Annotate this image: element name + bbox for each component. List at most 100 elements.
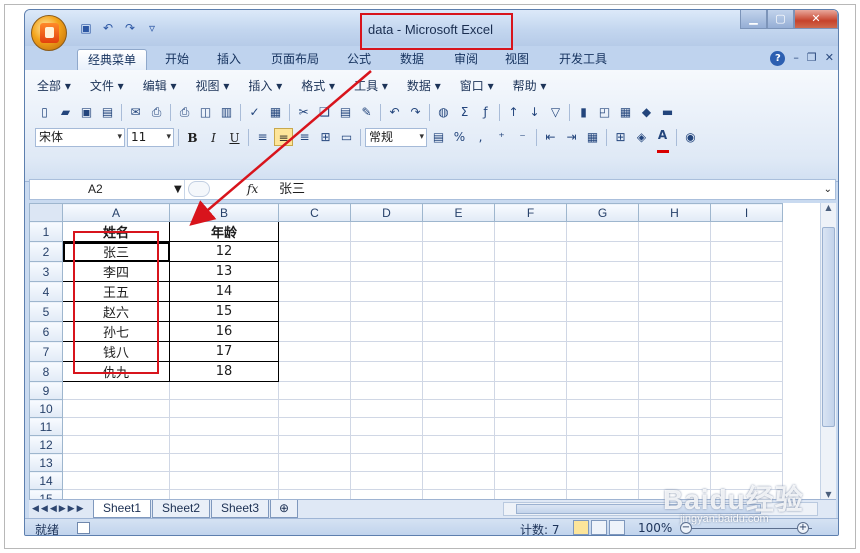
- cell[interactable]: [278, 471, 351, 490]
- research-book-icon[interactable]: ▦: [266, 103, 285, 121]
- cell[interactable]: [638, 417, 711, 436]
- cell[interactable]: [422, 301, 495, 322]
- cell[interactable]: [422, 341, 495, 362]
- menu-help[interactable]: 帮助 ▾: [513, 77, 547, 94]
- hyperlink-icon[interactable]: ◍: [434, 103, 453, 121]
- permission-icon[interactable]: ▤: [98, 103, 117, 121]
- cell[interactable]: [710, 381, 783, 400]
- cell[interactable]: [710, 453, 783, 472]
- name-box[interactable]: A2: [30, 180, 185, 199]
- name-box-dropdown-icon[interactable]: ▼: [174, 180, 182, 199]
- row-header[interactable]: 1: [29, 221, 63, 242]
- borders-icon[interactable]: ⊞: [611, 128, 630, 146]
- cell[interactable]: [710, 341, 783, 362]
- merge-center-icon[interactable]: ⊞: [316, 128, 335, 146]
- cell[interactable]: [710, 241, 783, 262]
- row-header[interactable]: 14: [29, 471, 63, 490]
- cell[interactable]: [422, 417, 495, 436]
- cell[interactable]: [278, 417, 351, 436]
- number-format-select[interactable]: 常规: [365, 127, 427, 147]
- cell[interactable]: [494, 281, 567, 302]
- undo-icon[interactable]: ↶: [385, 103, 404, 121]
- cell[interactable]: [638, 261, 711, 282]
- cell[interactable]: [638, 399, 711, 418]
- ribbon-restore-icon[interactable]: ❐: [807, 51, 817, 66]
- table-icon[interactable]: ▦: [616, 103, 635, 121]
- cell[interactable]: [494, 241, 567, 262]
- cell[interactable]: [278, 321, 351, 342]
- cell[interactable]: [350, 435, 423, 454]
- cell[interactable]: [62, 489, 170, 499]
- cell[interactable]: [422, 321, 495, 342]
- cell[interactable]: [494, 417, 567, 436]
- zoom-slider[interactable]: [692, 528, 812, 529]
- menu-format[interactable]: 格式 ▾: [301, 77, 335, 94]
- email-icon[interactable]: ✉: [126, 103, 145, 121]
- cell[interactable]: [350, 453, 423, 472]
- minimize-button[interactable]: ▁: [740, 10, 767, 29]
- select-all-corner[interactable]: [29, 203, 63, 222]
- sort-descending-icon[interactable]: ↓: [525, 103, 544, 121]
- cell[interactable]: [566, 281, 639, 302]
- save-icon[interactable]: ▣: [77, 20, 95, 36]
- tab-insert[interactable]: 插入: [207, 49, 251, 70]
- cell[interactable]: [422, 281, 495, 302]
- column-header-i[interactable]: I: [710, 203, 783, 222]
- currency-icon[interactable]: ▤: [429, 128, 448, 146]
- cell[interactable]: [710, 281, 783, 302]
- cell-style-icon[interactable]: ▦: [583, 128, 602, 146]
- cell[interactable]: [169, 417, 279, 436]
- format-painter-icon[interactable]: ✎: [357, 103, 376, 121]
- cell[interactable]: [638, 221, 711, 242]
- customize-icon[interactable]: ▿: [143, 20, 161, 36]
- menu-all[interactable]: 全部 ▾: [37, 77, 71, 94]
- cell[interactable]: [62, 381, 170, 400]
- cell[interactable]: [422, 453, 495, 472]
- redo-icon[interactable]: ↷: [406, 103, 425, 121]
- vertical-scroll-thumb[interactable]: [822, 227, 835, 427]
- row-header[interactable]: 9: [29, 381, 63, 400]
- tab-developer[interactable]: 开发工具: [549, 49, 617, 70]
- cell[interactable]: [278, 221, 351, 242]
- cell[interactable]: [62, 471, 170, 490]
- cell[interactable]: [566, 301, 639, 322]
- sheet-navigation-icon[interactable]: ◀◀◀▶▶▶: [32, 501, 86, 517]
- cell[interactable]: [62, 435, 170, 454]
- cell[interactable]: [566, 341, 639, 362]
- cell[interactable]: [494, 381, 567, 400]
- menu-window[interactable]: 窗口 ▾: [460, 77, 494, 94]
- cell[interactable]: [350, 417, 423, 436]
- cell[interactable]: [638, 341, 711, 362]
- cell[interactable]: [350, 321, 423, 342]
- copy-icon[interactable]: ❏: [315, 103, 334, 121]
- help-icon[interactable]: ?: [770, 51, 786, 66]
- cell[interactable]: [710, 301, 783, 322]
- cell[interactable]: [566, 241, 639, 262]
- cell[interactable]: [278, 301, 351, 322]
- zoom-level[interactable]: 100%: [638, 521, 672, 535]
- font-color-icon[interactable]: A: [653, 128, 672, 153]
- cell[interactable]: [710, 321, 783, 342]
- bold-button[interactable]: B: [183, 128, 202, 146]
- row-header[interactable]: 13: [29, 453, 63, 472]
- cell[interactable]: 年龄: [169, 221, 279, 242]
- new-icon[interactable]: ▯: [35, 103, 54, 121]
- percent-button[interactable]: %: [450, 128, 469, 146]
- sheet-tab-1[interactable]: Sheet1: [93, 500, 151, 518]
- row-header[interactable]: 8: [29, 361, 63, 382]
- cell[interactable]: [350, 261, 423, 282]
- tab-home[interactable]: 开始: [155, 49, 199, 70]
- menu-tools[interactable]: 工具 ▾: [354, 77, 388, 94]
- cell[interactable]: [422, 399, 495, 418]
- folder-icon[interactable]: ▬: [658, 103, 677, 121]
- cell[interactable]: [566, 417, 639, 436]
- cell[interactable]: [169, 381, 279, 400]
- cell[interactable]: [350, 489, 423, 499]
- cell[interactable]: [710, 435, 783, 454]
- cell[interactable]: [494, 399, 567, 418]
- formula-input[interactable]: 张三: [279, 180, 305, 199]
- function-icon[interactable]: ƒ: [476, 103, 495, 121]
- cell[interactable]: [278, 435, 351, 454]
- cell[interactable]: [278, 341, 351, 362]
- column-header-d[interactable]: D: [350, 203, 423, 222]
